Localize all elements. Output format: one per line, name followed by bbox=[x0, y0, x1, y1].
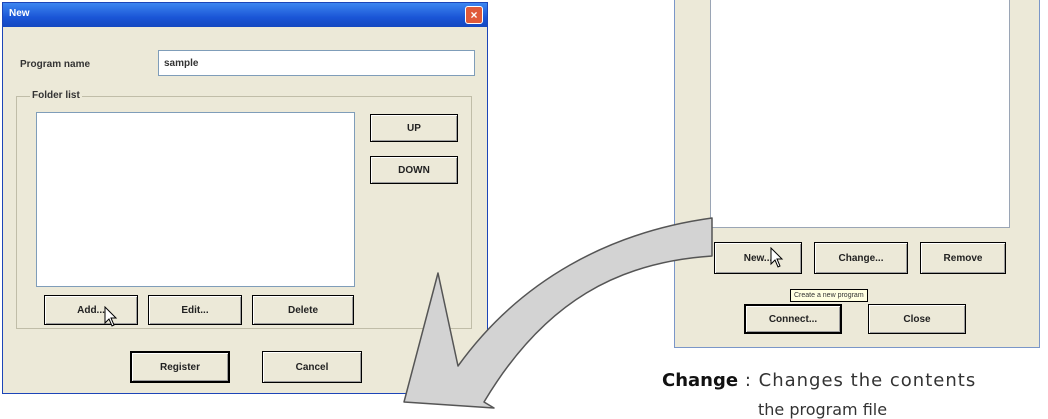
caption-separator: : bbox=[744, 370, 752, 391]
caption-line: Change : Changes the contents bbox=[662, 370, 976, 391]
curved-arrow-icon bbox=[403, 217, 713, 409]
caption-term: Change bbox=[662, 370, 739, 391]
mouse-pointer-icon bbox=[770, 247, 784, 268]
mouse-pointer-icon bbox=[104, 306, 118, 327]
caption-text: Changes the contents bbox=[758, 370, 977, 391]
caption-continuation: the program file bbox=[758, 400, 888, 419]
